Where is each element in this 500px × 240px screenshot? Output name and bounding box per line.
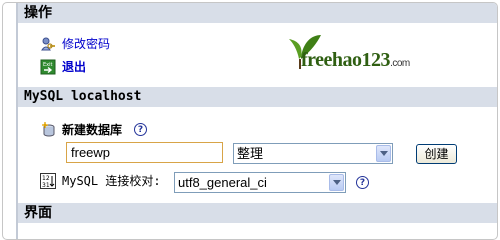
logo-text: freehao123 [301, 49, 391, 71]
connection-help-icon[interactable]: ? [356, 176, 369, 189]
interface-title: 界面 [24, 205, 52, 221]
chevron-down-icon[interactable] [329, 174, 344, 191]
connection-collation-label: MySQL 连接校对: [62, 174, 161, 188]
help-icon[interactable]: ? [134, 123, 148, 136]
change-password-link[interactable]: 修改密码 [62, 35, 110, 52]
server-rule [16, 107, 18, 203]
collation-select-value: 整理 [237, 146, 264, 161]
logo-suffix: .com [390, 58, 410, 69]
freehao123-logo: freehao123.com [283, 29, 423, 79]
logout-link[interactable]: 退出 [62, 58, 86, 75]
interface-header: 界面 [16, 203, 497, 223]
connection-collation-value: utf8_general_ci [178, 175, 267, 190]
logout-row[interactable]: Exit 退出 [40, 58, 86, 75]
chevron-down-icon[interactable] [376, 145, 391, 162]
database-name-input[interactable]: freewp [66, 142, 223, 163]
collation-icon: 12 31 [40, 172, 56, 189]
new-database-icon [40, 121, 56, 138]
create-button[interactable]: 创建 [416, 144, 457, 164]
interface-rule [16, 223, 18, 239]
collation-select[interactable]: 整理 [233, 143, 393, 164]
key-user-icon [40, 36, 56, 52]
svg-text:Exit: Exit [43, 62, 53, 68]
svg-text:31: 31 [42, 182, 50, 189]
operations-title: 操作 [24, 5, 52, 21]
main-panel: 操作 修改密码 Exit 退出 freehao123.com MySQL loc… [2, 2, 498, 240]
create-db-label: 新建数据库 [62, 123, 123, 137]
svg-text:12: 12 [42, 175, 50, 182]
change-password-row[interactable]: 修改密码 [40, 35, 110, 52]
operations-rule [16, 23, 18, 87]
connection-collation-row: 12 31 MySQL 连接校对: [40, 172, 161, 189]
exit-icon: Exit [40, 59, 56, 75]
create-db-row: 新建数据库 ? [40, 121, 148, 138]
operations-header: 操作 [16, 3, 497, 23]
server-title: MySQL localhost [24, 89, 142, 104]
server-header: MySQL localhost [16, 87, 497, 107]
connection-collation-select[interactable]: utf8_general_ci [174, 172, 346, 193]
